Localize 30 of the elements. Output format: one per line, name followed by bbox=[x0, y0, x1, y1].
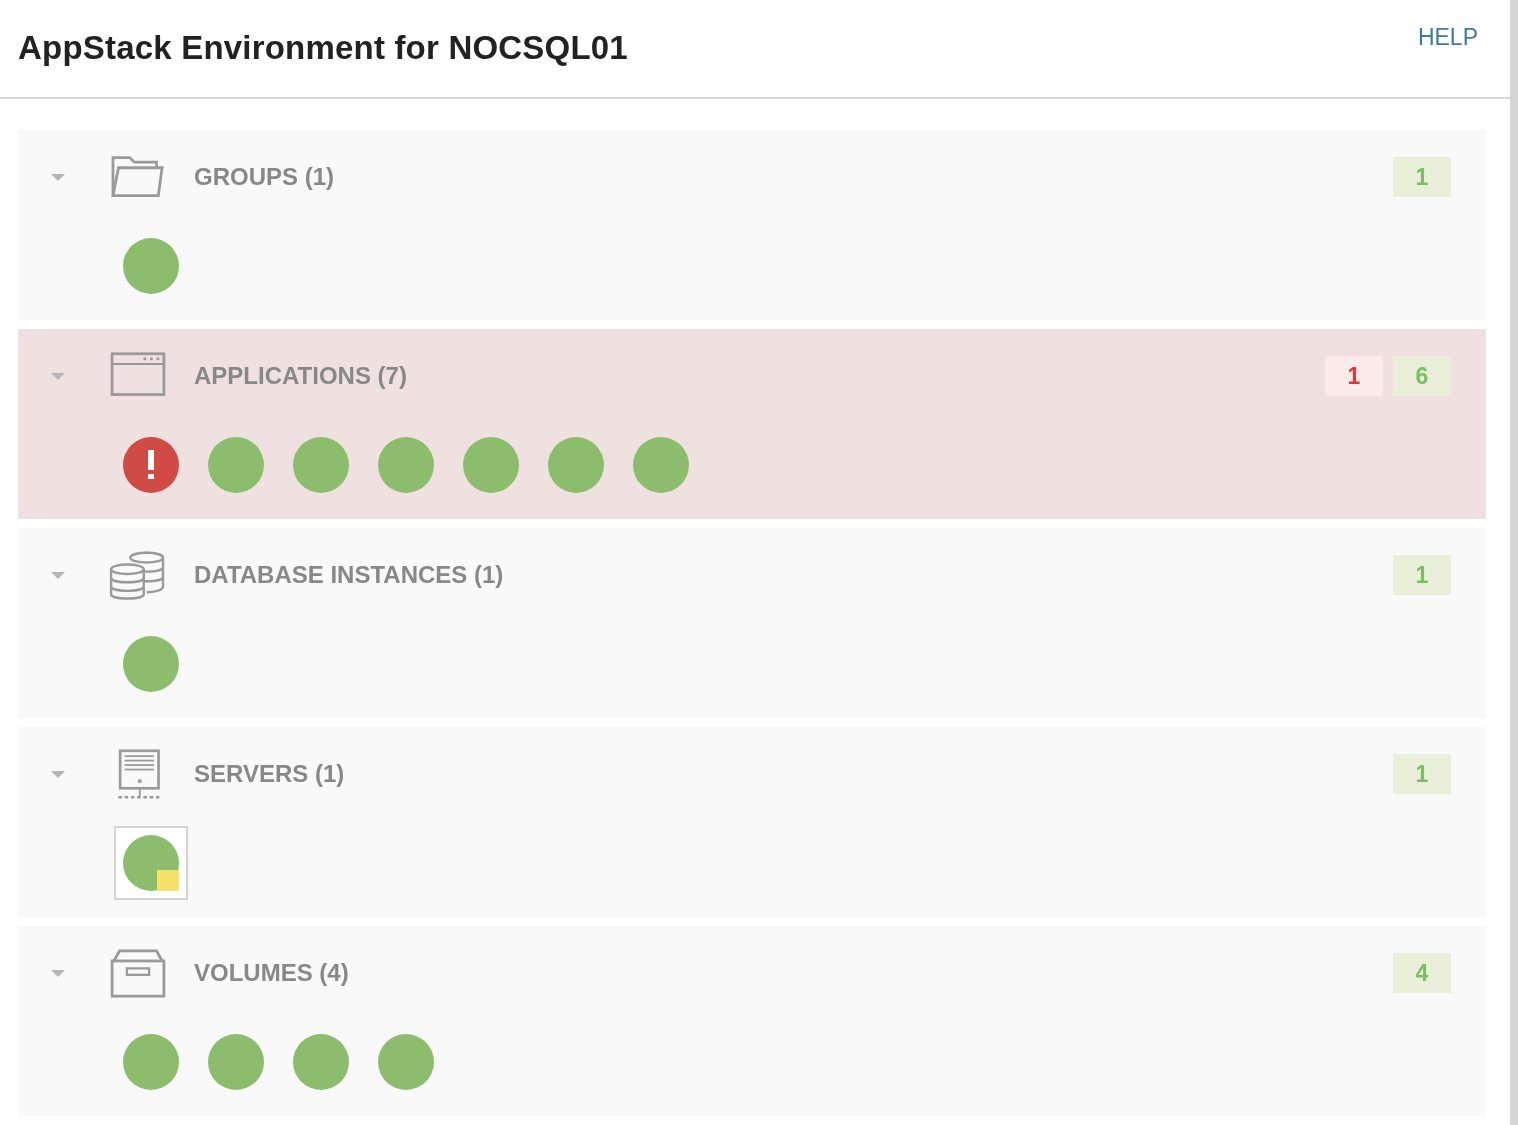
section-title[interactable]: VOLUMES (4) bbox=[194, 955, 349, 991]
ok-status-icon[interactable] bbox=[123, 1034, 179, 1090]
ok-status-icon[interactable] bbox=[123, 238, 179, 294]
ok-count[interactable]: 1 bbox=[1393, 555, 1451, 595]
ok-status-icon[interactable] bbox=[208, 437, 264, 493]
ok-status-icon[interactable] bbox=[378, 437, 434, 493]
box-icon bbox=[108, 948, 168, 998]
scrollbar[interactable] bbox=[1510, 0, 1518, 1125]
ok-count[interactable]: 6 bbox=[1393, 356, 1451, 396]
ok-status-icon[interactable] bbox=[633, 437, 689, 493]
help-link[interactable]: HELP bbox=[1417, 20, 1478, 52]
ok-count[interactable]: 1 bbox=[1393, 157, 1451, 197]
ok-status-icon[interactable] bbox=[378, 1034, 434, 1090]
ok-status-icon[interactable] bbox=[208, 1034, 264, 1090]
error-status-icon[interactable] bbox=[123, 437, 179, 493]
ok-status-icon[interactable] bbox=[548, 437, 604, 493]
ok-count[interactable]: 4 bbox=[1393, 953, 1451, 993]
section-title[interactable]: DATABASE INSTANCES (1) bbox=[194, 557, 504, 593]
section-title[interactable]: APPLICATIONS (7) bbox=[194, 358, 407, 394]
status-warning-icon[interactable] bbox=[123, 835, 179, 891]
ok-status-icon[interactable] bbox=[123, 636, 179, 692]
section-title[interactable]: SERVERS (1) bbox=[194, 756, 345, 792]
section-title[interactable]: GROUPS (1) bbox=[194, 159, 334, 195]
selected-item[interactable] bbox=[114, 826, 188, 900]
ok-status-icon[interactable] bbox=[293, 1034, 349, 1090]
ok-count[interactable]: 1 bbox=[1393, 754, 1451, 794]
ok-status-icon[interactable] bbox=[463, 437, 519, 493]
critical-count[interactable]: 1 bbox=[1325, 356, 1383, 396]
page-title: AppStack Environment for NOCSQL01 bbox=[18, 28, 628, 68]
ok-status-icon[interactable] bbox=[293, 437, 349, 493]
